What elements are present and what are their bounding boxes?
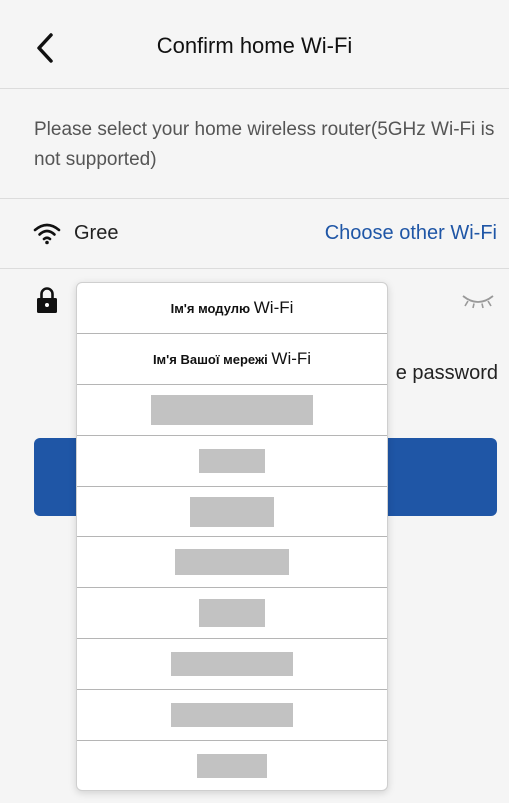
dropdown-item-your-network[interactable]: Ім'я Вашої мережі Wi-Fi (77, 334, 387, 385)
dropdown-item-label: Ім'я модулю Wi-Fi (170, 297, 294, 317)
redacted-block (171, 652, 293, 677)
header-bar: Confirm home Wi-Fi (0, 0, 509, 88)
dropdown-item-module-wifi[interactable]: Ім'я модулю Wi-Fi (77, 283, 387, 334)
choose-other-wifi-link[interactable]: Choose other Wi-Fi (325, 222, 497, 245)
redacted-block (190, 496, 274, 527)
redacted-block (199, 599, 265, 628)
dropdown-item-redacted[interactable] (77, 690, 387, 742)
page-title: Confirm home Wi-Fi (156, 33, 353, 58)
dropdown-item-redacted[interactable] (77, 385, 387, 436)
dropdown-item-redacted[interactable] (77, 537, 387, 589)
wifi-row[interactable]: Gree Choose other Wi-Fi (0, 200, 509, 268)
redacted-block (197, 754, 267, 779)
dropdown-item-redacted[interactable] (77, 639, 387, 691)
redacted-block (175, 549, 289, 576)
wifi-dropdown-list: Ім'я модулю Wi-Fi Ім'я Вашої мережі Wi-F… (76, 282, 388, 791)
lock-icon (37, 287, 57, 313)
header-divider (0, 88, 509, 89)
eye-closed-icon[interactable] (460, 292, 496, 310)
redacted-block (199, 448, 265, 473)
dropdown-item-redacted[interactable] (77, 741, 387, 790)
dropdown-item-redacted[interactable] (77, 436, 387, 487)
dropdown-item-redacted[interactable] (77, 487, 387, 538)
redacted-block (171, 703, 293, 728)
dropdown-item-redacted[interactable] (77, 588, 387, 640)
wifi-name: Gree (74, 222, 119, 244)
section-divider (0, 198, 509, 199)
row-divider (0, 268, 509, 269)
wifi-icon (33, 223, 61, 245)
instruction-text: Please select your home wireless router(… (34, 119, 495, 170)
dropdown-item-label: Ім'я Вашої мережі Wi-Fi (152, 348, 312, 368)
redacted-block (151, 394, 313, 425)
